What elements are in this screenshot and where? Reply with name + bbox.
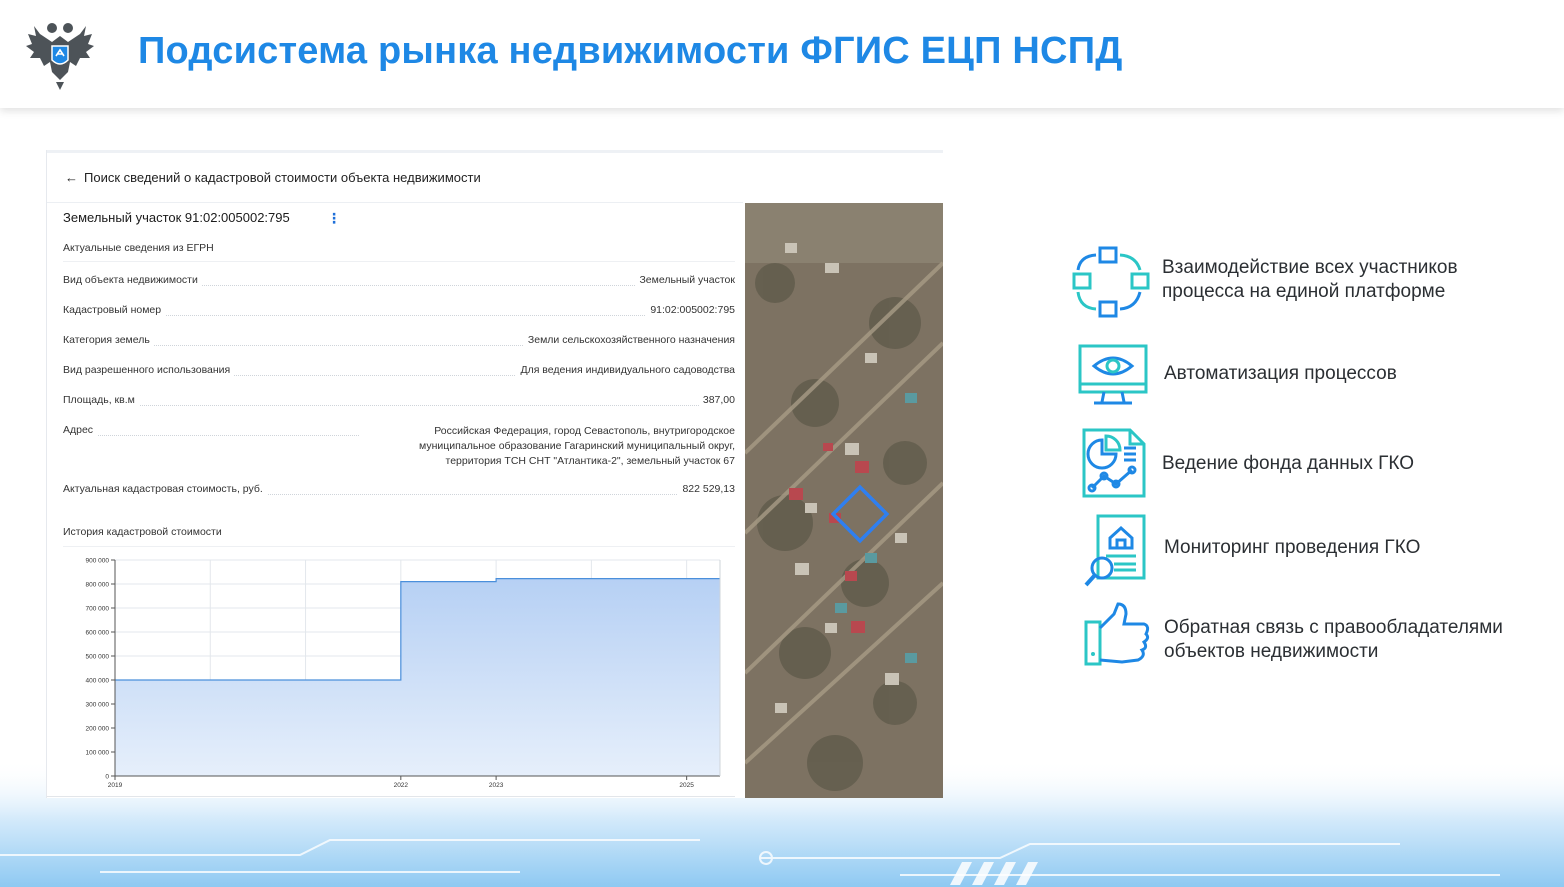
cycle-arrows-icon	[1072, 246, 1150, 318]
row-value: Российская Федерация, город Севастополь,…	[371, 424, 735, 469]
chart-x-tick-label: 2019	[108, 782, 123, 789]
divider	[63, 546, 735, 547]
feature-text: Обратная связь с правообладателями объек…	[1164, 616, 1503, 664]
feature-text-line: Мониторинг проведения ГКО	[1164, 537, 1421, 558]
divider	[47, 202, 743, 203]
info-row-address: Адрес Российская Федерация, город Севаст…	[63, 424, 735, 470]
feature-monitoring: Мониторинг проведения ГКО	[1066, 510, 1536, 590]
row-leader	[63, 405, 735, 406]
document-chart-icon	[1082, 428, 1146, 498]
chart-x-tick-label: 2025	[679, 782, 694, 789]
header: Подсистема рынка недвижимости ФГИС ЕЦП Н…	[0, 0, 1564, 108]
feature-text: Взаимодействие всех участников процесса …	[1162, 256, 1458, 304]
feature-data-fund: Ведение фонда данных ГКО	[1066, 424, 1536, 502]
back-link-label: Поиск сведений о кадастровой стоимости о…	[84, 170, 481, 185]
row-label: Актуальная кадастровая стоимость, руб.	[63, 483, 267, 495]
panel-top-border	[47, 150, 943, 153]
info-row-area: Площадь, кв.м 387,00	[63, 394, 735, 410]
info-row-object-type: Вид объекта недвижимости Земельный участ…	[63, 274, 735, 290]
thumbs-up-icon	[1084, 602, 1150, 666]
row-value: Земельный участок	[635, 274, 735, 286]
chart-y-tick-label: 700 000	[86, 606, 110, 613]
row-label: Вид объекта недвижимости	[63, 274, 202, 286]
feature-text-line: процесса на единой платформе	[1162, 281, 1446, 302]
feature-automation: Автоматизация процессов	[1066, 338, 1536, 410]
document-magnifier-icon	[1084, 514, 1146, 587]
divider	[63, 261, 735, 262]
cadastral-value-panel: ← Поиск сведений о кадастровой стоимости …	[46, 150, 943, 798]
parcel-title: Земельный участок 91:02:005002:795	[63, 210, 290, 225]
arrow-left-icon: ←	[65, 170, 78, 185]
feature-text-line: Ведение фонда данных ГКО	[1162, 453, 1415, 474]
emblem-eagle-icon	[26, 23, 94, 90]
panel-bottom-border	[47, 796, 735, 797]
chart-y-tick-label: 300 000	[86, 702, 110, 709]
row-label: Кадастровый номер	[63, 304, 166, 316]
section-label-egrn: Актуальные сведения из ЕГРН	[63, 242, 214, 254]
row-value: Земли сельскохозяйственного назначения	[523, 334, 735, 346]
row-leader	[63, 435, 359, 436]
chart-y-tick-label: 0	[105, 774, 109, 781]
back-link[interactable]: ← Поиск сведений о кадастровой стоимости …	[65, 170, 481, 185]
cadastral-value-history-chart: 0 100 000 200 000 300 000 400 000 500 000 600 …	[86, 558, 721, 789]
row-value: 387,00	[698, 394, 735, 406]
row-value: 822 529,13	[678, 483, 735, 495]
feature-text-line: Обратная связь с правообладателями	[1164, 617, 1503, 638]
row-value: 91:02:005002:795	[646, 304, 735, 316]
row-value: Для ведения индивидуального садоводства	[516, 364, 735, 376]
feature-feedback: Обратная связь с правообладателями объек…	[1066, 600, 1536, 672]
chart-y-tick-label: 500 000	[86, 654, 110, 661]
chart-x-tick-label: 2022	[394, 782, 409, 789]
chart-y-tick-label: 100 000	[86, 750, 110, 757]
row-label: Вид разрешенного использования	[63, 364, 235, 376]
page-title: Подсистема рынка недвижимости ФГИС ЕЦП Н…	[138, 30, 1123, 72]
row-label: Адрес	[63, 424, 98, 436]
feature-platform-interaction: Взаимодействие всех участников процесса …	[1066, 244, 1536, 324]
chart-y-tick-label: 400 000	[86, 678, 110, 685]
satellite-map[interactable]	[745, 203, 943, 798]
info-row-land-category: Категория земель Земли сельскохозяйствен…	[63, 334, 735, 350]
row-label: Категория земель	[63, 334, 154, 346]
feature-text-line: объектов недвижимости	[1164, 641, 1379, 662]
more-options-icon[interactable]: ⋮	[327, 210, 341, 227]
chart-y-tick-label: 200 000	[86, 726, 110, 733]
chart-y-tick-label: 800 000	[86, 582, 110, 589]
info-row-permitted-use: Вид разрешенного использования Для веден…	[63, 364, 735, 380]
info-row-cadastral-number: Кадастровый номер 91:02:005002:795	[63, 304, 735, 320]
row-label: Площадь, кв.м	[63, 394, 139, 406]
feature-text-line: Взаимодействие всех участников	[1162, 257, 1458, 278]
feature-text-line: Автоматизация процессов	[1164, 363, 1397, 384]
chart-y-tick-label: 900 000	[86, 558, 110, 565]
info-row-current-value: Актуальная кадастровая стоимость, руб. 8…	[63, 483, 735, 499]
history-label: История кадастровой стоимости	[63, 526, 222, 538]
chart-x-tick-label: 2023	[489, 782, 504, 789]
monitor-eye-icon	[1078, 344, 1148, 405]
chart-y-tick-label: 600 000	[86, 630, 110, 637]
